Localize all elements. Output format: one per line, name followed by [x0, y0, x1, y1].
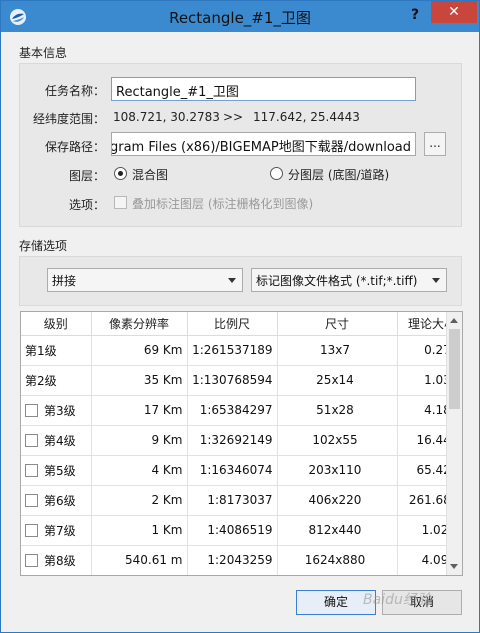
cell-scale: 1:261537189	[187, 335, 278, 366]
levels-table-grid: 级别 像素分辨率 比例尺 尺寸 理论大小 第1级 69 Km 1:261537189…	[21, 312, 462, 575]
level-label: 第5级	[44, 463, 76, 478]
table-row[interactable]: 第3级 17 Km 1:65384297 51x28 4.18 K	[21, 395, 462, 426]
close-button[interactable]: ✕	[431, 1, 477, 23]
cell-size: 203x110	[277, 455, 398, 486]
download-dialog: Rectangle_#1_卫图 ? ✕ 基本信息 任务名称： Rectangle…	[0, 0, 480, 633]
chevron-down-icon	[228, 278, 236, 283]
cell-scale: 1:130768594	[187, 365, 278, 396]
cell-resolution: 1 Km	[91, 515, 188, 546]
cell-scale: 1:65384297	[187, 395, 278, 426]
overlay-label-checkbox[interactable]	[114, 196, 127, 209]
mode-select[interactable]: 拼接	[47, 268, 243, 292]
cell-level: 第7级	[21, 515, 92, 546]
cell-level: 第2级	[21, 365, 92, 396]
cell-resolution: 540.61 m	[91, 545, 188, 575]
column-header-scale[interactable]: 比例尺	[187, 312, 278, 336]
browse-button[interactable]: ...	[424, 132, 446, 156]
layer-split-label[interactable]: 分图层 (底图/道路)	[288, 166, 389, 183]
level-label: 第1级	[25, 343, 57, 358]
cell-size: 102x55	[277, 425, 398, 456]
cell-resolution: 4 Km	[91, 455, 188, 486]
table-row[interactable]: 第2级 35 Km 1:130768594 25x14 1.03 K	[21, 365, 462, 396]
task-name-label: 任务名称：	[44, 84, 105, 98]
cell-scale: 1:8173037	[187, 485, 278, 516]
level-label: 第3级	[44, 403, 76, 418]
level-label: 第8级	[44, 553, 76, 568]
level-checkbox[interactable]	[25, 463, 38, 477]
cell-resolution: 9 Km	[91, 425, 188, 456]
storage-section-label: 存储选项	[19, 239, 68, 253]
options-label: 选项：	[68, 198, 105, 212]
table-body: 第1级 69 Km 1:261537189 13x7 0.27 K 第2级 35 Km 1:1…	[21, 335, 462, 575]
format-select[interactable]: 标记图像文件格式 (*.tif;*.tiff)	[251, 268, 447, 292]
scroll-thumb[interactable]	[449, 329, 460, 409]
table-row[interactable]: 第6级 2 Km 1:8173037 406x220 261.68 K	[21, 485, 462, 516]
cell-level: 第1级	[21, 335, 92, 366]
level-label: 第6级	[44, 493, 76, 508]
table-row[interactable]: 第8级 540.61 m 1:2043259 1624x880 4.09 M	[21, 545, 462, 575]
cell-resolution: 2 Km	[91, 485, 188, 516]
cell-resolution: 17 Km	[91, 395, 188, 426]
layer-merged-label[interactable]: 混合图	[132, 166, 168, 183]
level-checkbox[interactable]	[25, 523, 38, 537]
level-checkbox[interactable]	[25, 493, 38, 507]
cell-scale: 1:16346074	[187, 455, 278, 486]
range-to-value: 117.642, 25.4443	[253, 110, 360, 124]
cell-scale: 1:2043259	[187, 545, 278, 575]
cell-level: 第5级	[21, 455, 92, 486]
level-checkbox[interactable]	[25, 433, 38, 447]
cell-resolution: 35 Km	[91, 365, 188, 396]
levels-table[interactable]: 级别 像素分辨率 比例尺 尺寸 理论大小 第1级 69 Km 1:261537189…	[20, 311, 463, 576]
overlay-label-text: 叠加标注图层 (标注栅格化到图像)	[132, 197, 314, 211]
chevron-down-icon	[432, 278, 440, 283]
scroll-down-arrow-icon[interactable]	[450, 564, 458, 569]
save-path-input[interactable]: /Program Files (x86)/BIGEMAP地图下载器/downlo…	[111, 132, 416, 156]
mode-select-value: 拼接	[52, 274, 77, 288]
cell-level: 第6级	[21, 485, 92, 516]
cell-size: 812x440	[277, 515, 398, 546]
task-name-input[interactable]: Rectangle_#1_卫图	[111, 77, 416, 101]
level-label: 第4级	[44, 433, 76, 448]
layer-split-radio[interactable]	[270, 167, 283, 180]
format-select-value: 标记图像文件格式 (*.tif;*.tiff)	[256, 274, 418, 288]
level-checkbox[interactable]	[25, 403, 38, 417]
cell-size: 25x14	[277, 365, 398, 396]
cell-level: 第4级	[21, 425, 92, 456]
table-header-row: 级别 像素分辨率 比例尺 尺寸 理论大小	[21, 312, 462, 336]
cell-size: 13x7	[277, 335, 398, 366]
cell-level: 第8级	[21, 545, 92, 575]
table-row[interactable]: 第7级 1 Km 1:4086519 812x440 1.02 M	[21, 515, 462, 546]
save-path-label: 保存路径：	[44, 140, 105, 154]
level-label: 第2级	[25, 373, 57, 388]
range-arrow: >>	[223, 110, 244, 124]
cell-level: 第3级	[21, 395, 92, 426]
table-row[interactable]: 第5级 4 Km 1:16346074 203x110 65.42 K	[21, 455, 462, 486]
scroll-up-arrow-icon[interactable]	[450, 318, 458, 323]
title-bar[interactable]: Rectangle_#1_卫图 ? ✕	[1, 1, 479, 32]
range-from-value: 108.721, 30.2783	[113, 110, 220, 124]
layer-merged-radio[interactable]	[114, 167, 127, 180]
cell-size: 51x28	[277, 395, 398, 426]
cell-size: 406x220	[277, 485, 398, 516]
watermark-text: Baidu经验	[363, 592, 431, 608]
cell-resolution: 69 Km	[91, 335, 188, 366]
range-label: 经纬度范围：	[32, 112, 105, 126]
column-header-resolution[interactable]: 像素分辨率	[91, 312, 188, 336]
column-header-size[interactable]: 尺寸	[277, 312, 398, 336]
save-path-value: /Program Files (x86)/BIGEMAP地图下载器/downlo…	[111, 140, 411, 155]
table-row[interactable]: 第4级 9 Km 1:32692149 102x55 16.44 K	[21, 425, 462, 456]
basic-info-section-label: 基本信息	[19, 46, 68, 60]
layer-label: 图层：	[68, 169, 105, 183]
table-scrollbar[interactable]	[446, 312, 462, 575]
table-row[interactable]: 第1级 69 Km 1:261537189 13x7 0.27 K	[21, 335, 462, 366]
cell-scale: 1:32692149	[187, 425, 278, 456]
column-header-level[interactable]: 级别	[21, 312, 92, 336]
level-label: 第7级	[44, 523, 76, 538]
level-checkbox[interactable]	[25, 553, 38, 567]
cell-size: 1624x880	[277, 545, 398, 575]
help-button[interactable]: ?	[401, 3, 429, 27]
cell-scale: 1:4086519	[187, 515, 278, 546]
